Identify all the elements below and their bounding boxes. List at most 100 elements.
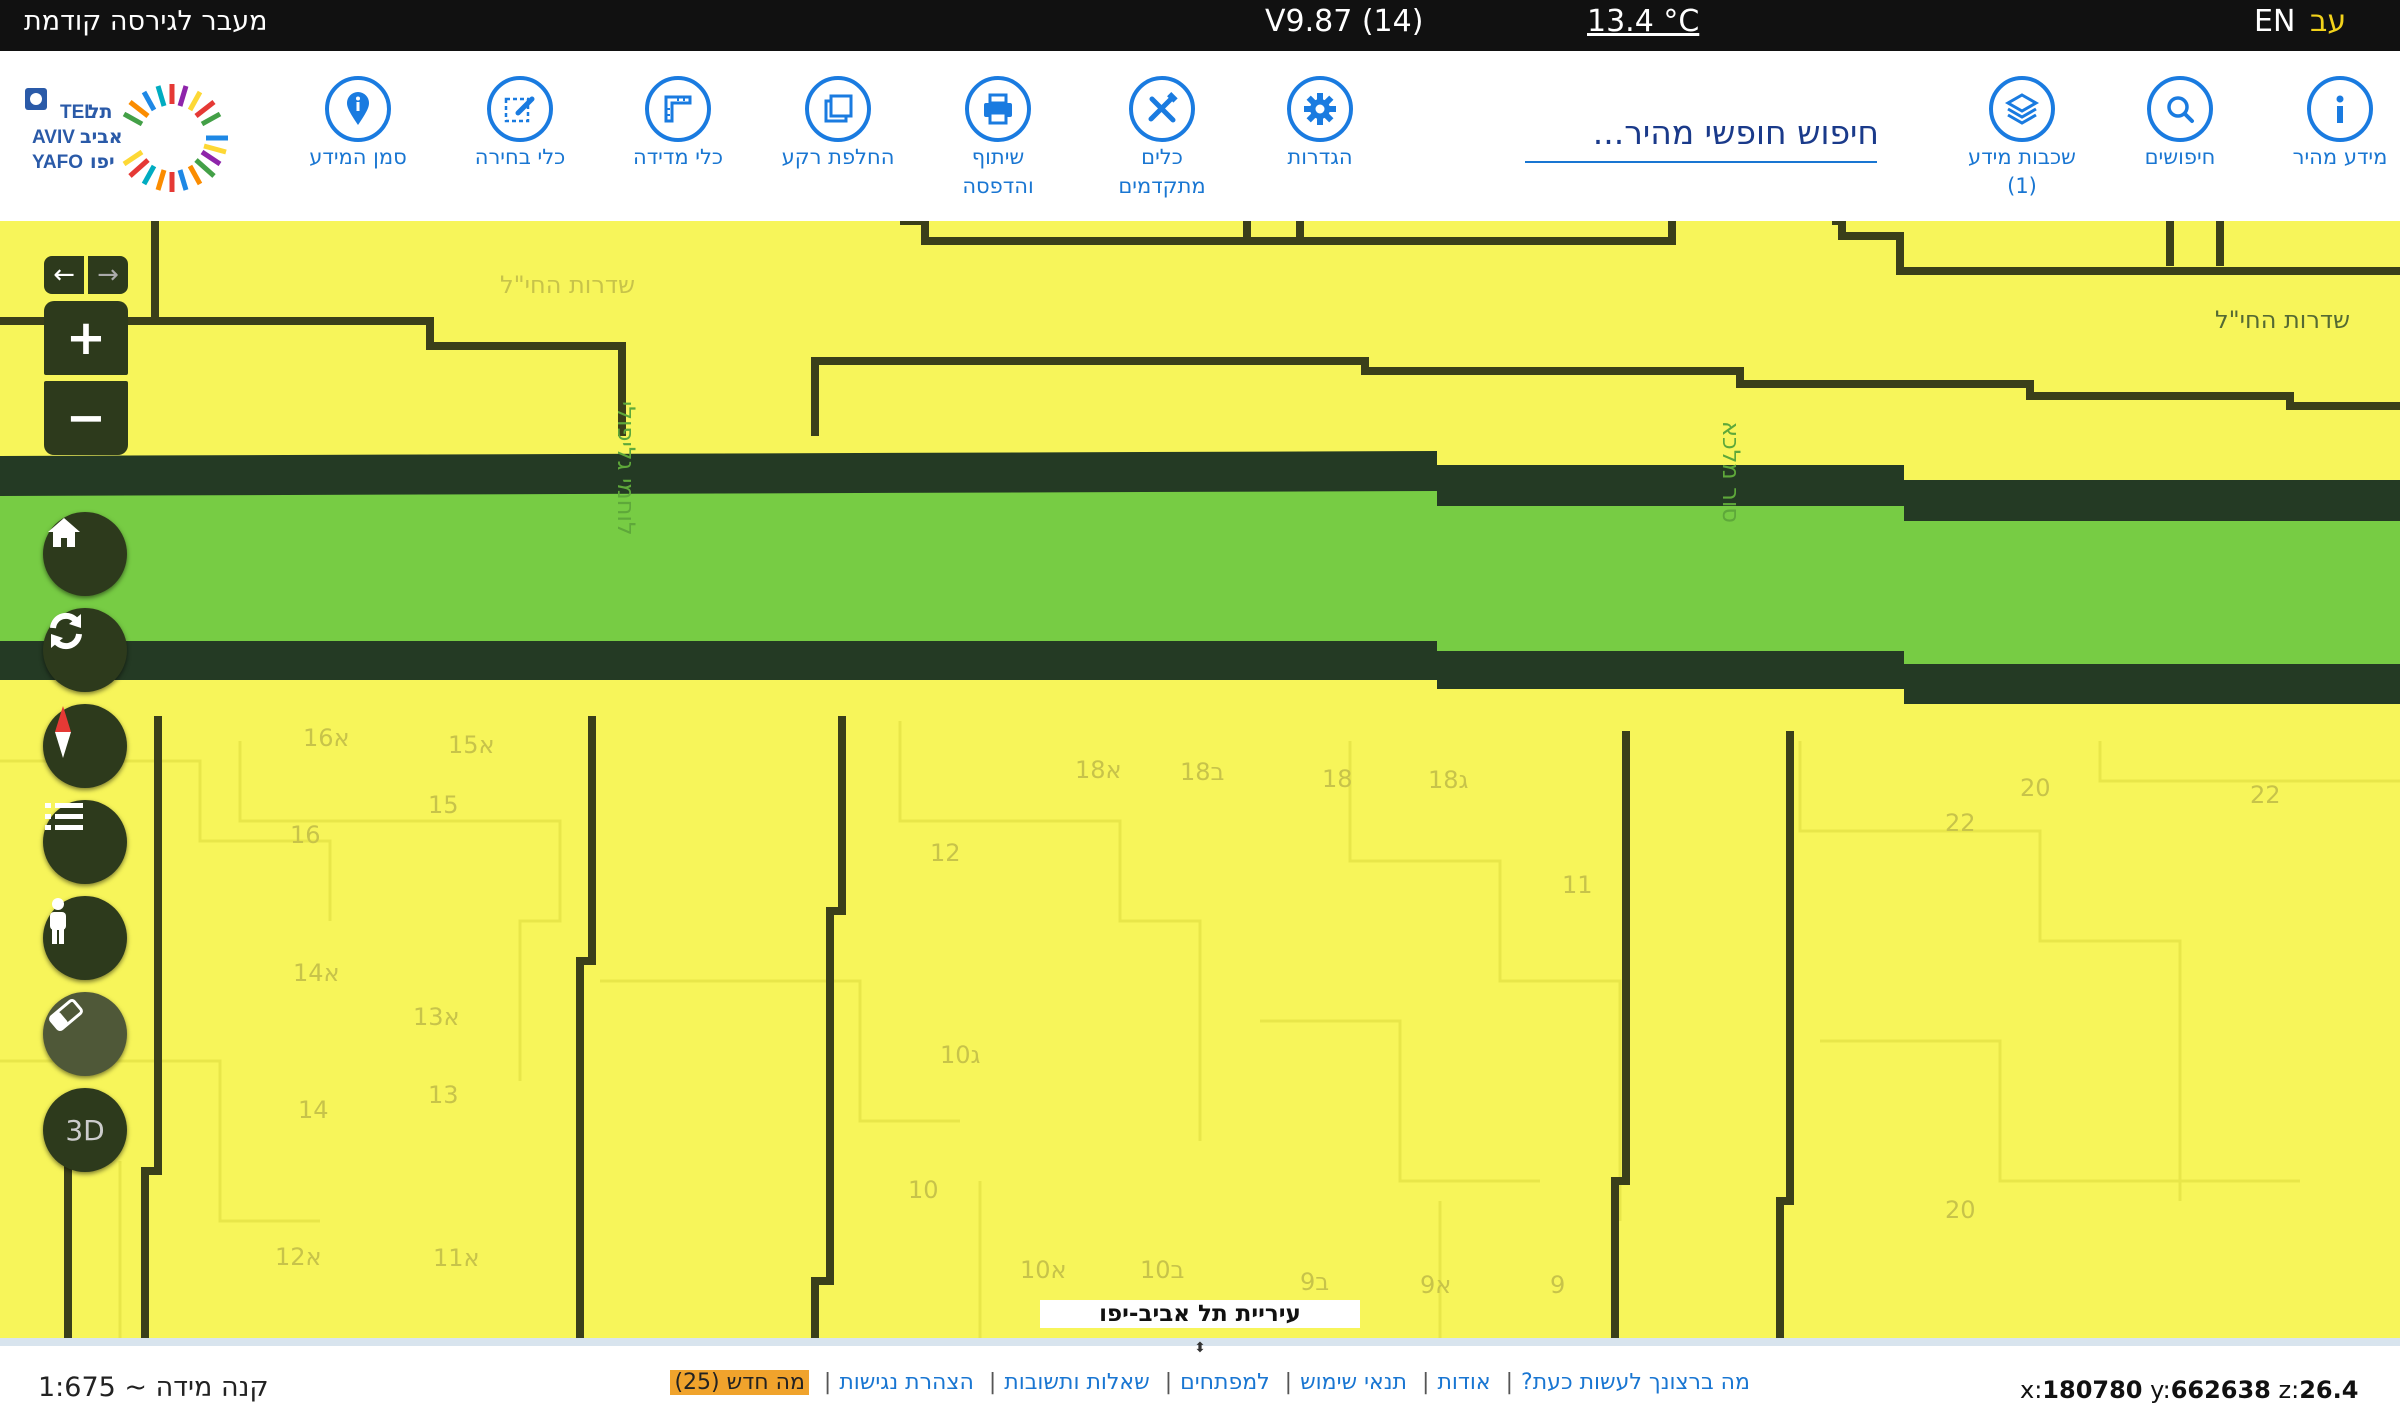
footer-link-terms[interactable]: תנאי שימוש bbox=[1300, 1370, 1407, 1395]
coord-x-label: x: bbox=[2020, 1376, 2043, 1404]
home-button[interactable] bbox=[43, 512, 127, 596]
history-forward-button[interactable]: → bbox=[88, 256, 128, 294]
toolbar: TEL AVIV YAFO תל אביב יפו מידע מהיר חיפו… bbox=[0, 51, 2400, 222]
layers-icon bbox=[1989, 76, 2055, 142]
arrow-left-icon: ← bbox=[53, 260, 75, 290]
tool-share-print-sublabel: והדפסה bbox=[962, 174, 1034, 198]
parcel-label: 16 bbox=[290, 821, 321, 849]
info-icon bbox=[2307, 76, 2373, 142]
street-band bbox=[0, 451, 2400, 704]
eraser-icon bbox=[49, 998, 83, 1032]
street-label-gallipoli: לוחמי גליפולי bbox=[612, 401, 640, 536]
tool-advanced-label: כלים bbox=[1141, 145, 1183, 169]
footer-link-accessibility[interactable]: הצהרת נגישות bbox=[839, 1370, 974, 1395]
arrow-right-icon: → bbox=[97, 260, 119, 290]
language-he-link[interactable]: עב bbox=[2310, 0, 2346, 51]
zoom-out-button[interactable]: − bbox=[44, 381, 128, 455]
tool-basemap[interactable]: החלפת רקע bbox=[758, 76, 918, 171]
magnifier-icon bbox=[2147, 76, 2213, 142]
zoom-in-button[interactable]: + bbox=[44, 301, 128, 375]
street-label-hayil-west: שדרות החי"ל bbox=[500, 271, 635, 299]
home-icon bbox=[48, 518, 80, 547]
map-view[interactable]: שדרות החי"ל שדרות החי"ל לוחמי גליפולי סו… bbox=[0, 221, 2400, 1338]
tool-select[interactable]: כלי בחירה bbox=[440, 76, 600, 171]
city-attribution-label: עיריית תל אביב-יפו bbox=[1040, 1300, 1360, 1328]
parcel-label: 9ב bbox=[1300, 1268, 1330, 1296]
parcel-label: 11 bbox=[1562, 871, 1593, 899]
parcel-label: 18ב bbox=[1180, 758, 1225, 786]
tool-settings-label: הגדרות bbox=[1287, 145, 1353, 169]
basemap-icon bbox=[805, 76, 871, 142]
street-label-hayil-east: שדרות החי"ל bbox=[2215, 306, 2350, 334]
language-en-link[interactable]: EN bbox=[2254, 0, 2295, 51]
version-label: V9.87 (14) bbox=[1265, 4, 1424, 39]
logo-text-aviv: AVIV bbox=[32, 127, 75, 148]
footer-link-what-now[interactable]: מה ברצונך לעשות כעת? bbox=[1521, 1370, 1750, 1395]
temperature-link[interactable]: 13.4 °C bbox=[1587, 0, 1699, 51]
expand-toggle-icon[interactable]: ⬍ bbox=[1190, 1340, 1210, 1362]
tools-icon bbox=[1129, 76, 1195, 142]
top-bar: מעבר לגירסה קודמת V9.87 (14) 13.4 °C EN … bbox=[0, 0, 2400, 51]
scale-label: קנה מידה ~ 1:675 bbox=[38, 1372, 269, 1403]
coord-x-value: 180780 bbox=[2042, 1376, 2143, 1404]
parcel-label: 14א bbox=[293, 959, 340, 987]
logo-text-yafo-he: יפו bbox=[90, 151, 115, 173]
tool-searches[interactable]: חיפושים bbox=[2100, 76, 2260, 171]
quick-search-input[interactable] bbox=[1525, 105, 1881, 159]
logo-text-aviv-he: אביב bbox=[80, 126, 123, 148]
compass-icon bbox=[55, 706, 71, 758]
tool-info-layers[interactable]: שכבות מידע (1) bbox=[1942, 76, 2102, 200]
logo-emblem-icon bbox=[25, 88, 47, 110]
previous-version-link[interactable]: מעבר לגירסה קודמת bbox=[24, 0, 268, 51]
legend-list-button[interactable] bbox=[43, 800, 127, 884]
tool-quick-info-label: מידע מהיר bbox=[2292, 145, 2388, 169]
coord-y-value: 662638 bbox=[2170, 1376, 2271, 1404]
city-logo[interactable]: TEL AVIV YAFO תל אביב יפו bbox=[20, 76, 250, 196]
logo-burst-icon bbox=[122, 84, 228, 192]
parcel-label: 13 bbox=[428, 1081, 459, 1109]
footer-link-about[interactable]: אודות bbox=[1437, 1370, 1490, 1395]
history-back-button[interactable]: ← bbox=[44, 256, 84, 294]
refresh-button[interactable] bbox=[43, 608, 127, 692]
three-d-label: 3D bbox=[65, 1113, 105, 1147]
tool-share-print[interactable]: שיתוף והדפסה bbox=[918, 76, 1078, 200]
compass-button[interactable] bbox=[43, 704, 127, 788]
tool-info-layers-label: שכבות מידע bbox=[1968, 145, 2076, 169]
tool-marker[interactable]: סמן המידע bbox=[278, 76, 438, 171]
info-pin-icon bbox=[325, 76, 391, 142]
gear-icon bbox=[1287, 76, 1353, 142]
coord-z-value: 26.4 bbox=[2299, 1376, 2359, 1404]
coord-z-label: z: bbox=[2278, 1376, 2300, 1404]
footer-links: מה ברצונך לעשות כעת?| אודות| תנאי שימוש|… bbox=[648, 1370, 1750, 1395]
three-d-button[interactable]: 3D bbox=[43, 1088, 127, 1172]
city-logo-graphic: TEL AVIV YAFO תל אביב יפו bbox=[25, 84, 228, 192]
parcel-label: 20 bbox=[1945, 1196, 1976, 1224]
bottom-bar: ⬍ קנה מידה ~ 1:675 מה ברצונך לעשות כעת?|… bbox=[0, 1338, 2400, 1404]
street-view-button[interactable] bbox=[43, 896, 127, 980]
tool-measure-label: כלי מדידה bbox=[632, 145, 724, 169]
parcel-label: 18א bbox=[1075, 756, 1122, 784]
plus-icon: + bbox=[65, 310, 107, 366]
parcel-label: 20 bbox=[2020, 774, 2051, 802]
parcel-label: 9א bbox=[1420, 1271, 1452, 1299]
coordinates-readout: x:180780 y:662638 z:26.4 bbox=[2020, 1376, 2358, 1404]
parcel-label: 10 bbox=[908, 1176, 939, 1204]
tool-measure[interactable]: כלי מדידה bbox=[598, 76, 758, 171]
parcel-label: 15א bbox=[448, 731, 495, 759]
tool-quick-info[interactable]: מידע מהיר bbox=[2260, 76, 2400, 171]
footer-link-developers[interactable]: למפתחים bbox=[1180, 1370, 1270, 1395]
footer-link-faq[interactable]: שאלות ותשובות bbox=[1004, 1370, 1149, 1395]
coord-y-label: y: bbox=[2150, 1376, 2171, 1404]
tool-settings[interactable]: הגדרות bbox=[1240, 76, 1400, 171]
parcel-outlines bbox=[0, 721, 2400, 1338]
parcel-label: 13א bbox=[413, 1003, 460, 1031]
tool-share-print-label: שיתוף bbox=[971, 145, 1025, 169]
parcel-label: 18 bbox=[1322, 765, 1353, 793]
whats-new-badge[interactable]: מה חדש (25) bbox=[670, 1370, 809, 1395]
parcel-label: 12א bbox=[275, 1243, 322, 1271]
parcel-label: 9 bbox=[1550, 1271, 1566, 1299]
eraser-button[interactable] bbox=[43, 992, 127, 1076]
refresh-icon bbox=[50, 612, 82, 650]
tool-advanced[interactable]: כלים מתקדמים bbox=[1082, 76, 1242, 200]
parcel-label: 15 bbox=[428, 791, 459, 819]
